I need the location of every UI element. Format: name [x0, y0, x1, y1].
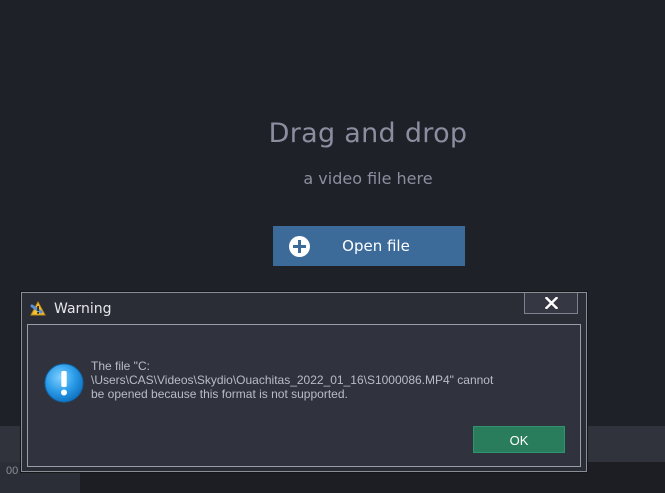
dialog-message: The file "C: \Users\CAS\Videos\Skydio\Ou…	[91, 359, 494, 401]
ok-button[interactable]: OK	[473, 426, 565, 453]
dialog-body: The file "C: \Users\CAS\Videos\Skydio\Ou…	[27, 324, 581, 467]
ok-label: OK	[509, 433, 529, 448]
close-button[interactable]	[524, 293, 578, 314]
warning-dialog: Warning The file "C: \Users\CAS\Videos\S…	[21, 292, 587, 472]
drop-title: Drag and drop	[268, 118, 468, 149]
warning-icon	[29, 300, 47, 317]
drop-subtitle: a video file here	[303, 169, 433, 188]
info-icon	[44, 363, 84, 403]
open-file-button[interactable]: Open file	[273, 226, 465, 266]
dialog-titlebar[interactable]: Warning	[22, 293, 586, 323]
open-file-label: Open file	[342, 237, 410, 255]
time-readout-text: 00	[6, 465, 19, 477]
plus-icon	[289, 236, 310, 257]
dialog-title: Warning	[54, 301, 112, 317]
close-icon	[545, 297, 558, 309]
